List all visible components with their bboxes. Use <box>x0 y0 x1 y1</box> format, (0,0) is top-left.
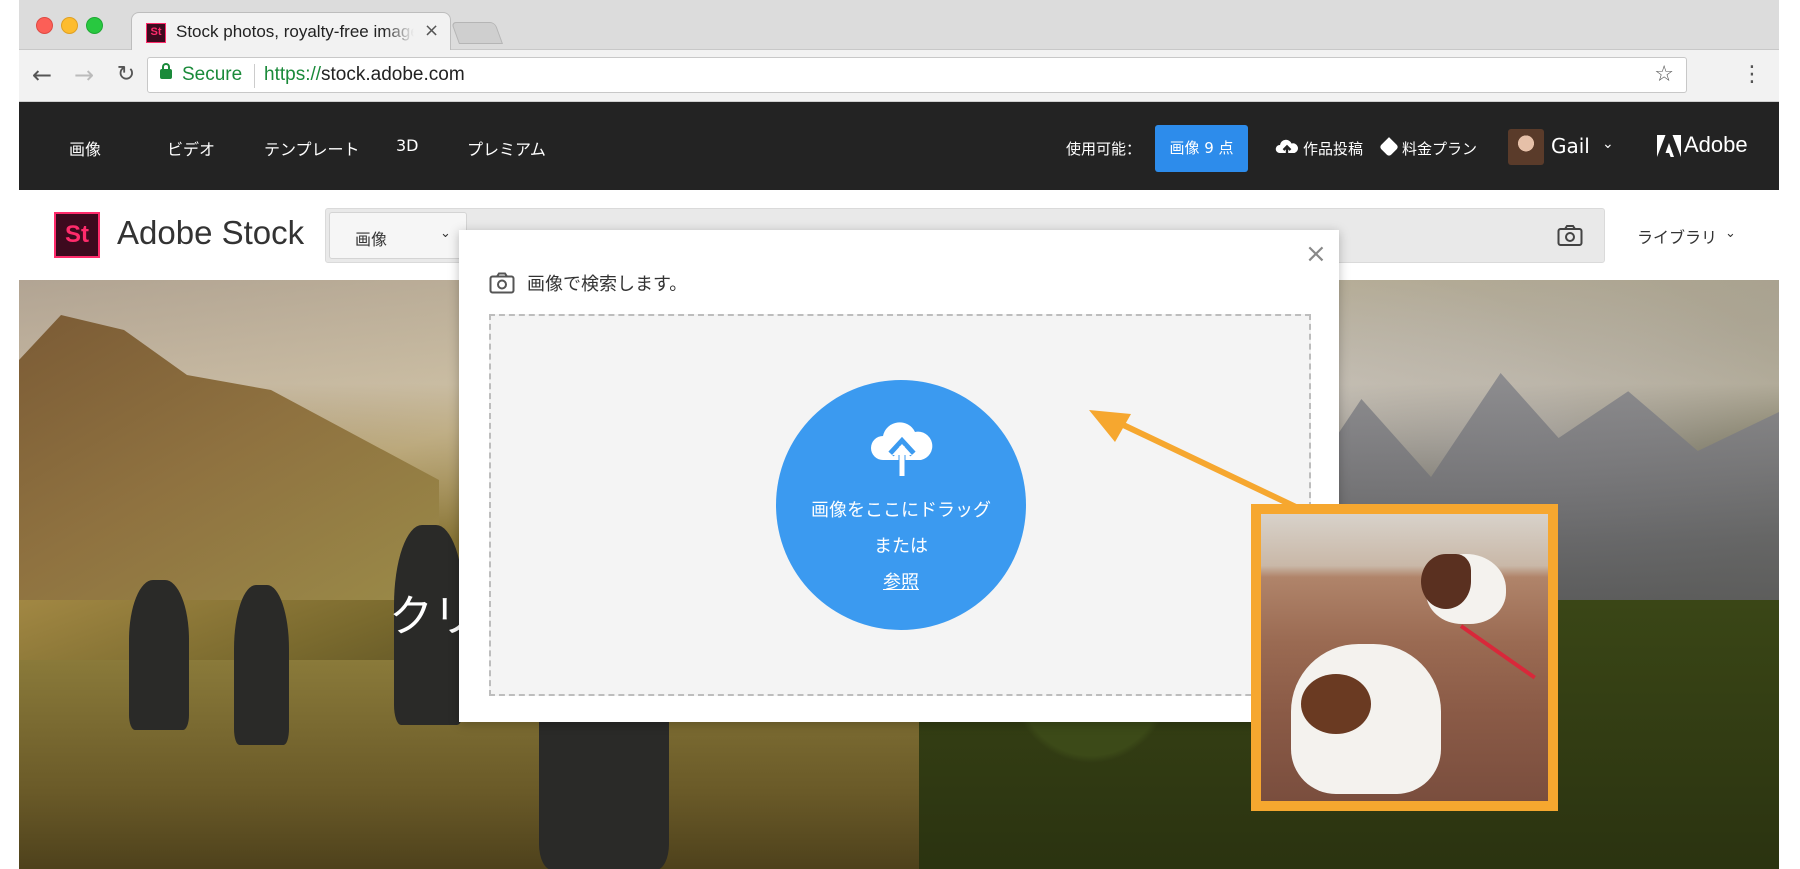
library-menu[interactable]: ライブラリ <box>1637 224 1717 248</box>
url-text: https://stock.adobe.com <box>264 64 465 86</box>
close-icon[interactable]: × <box>1305 240 1327 268</box>
lock-icon <box>160 63 172 79</box>
browser-window: St Stock photos, royalty-free images × ←… <box>19 0 1779 869</box>
nav-item-premium[interactable]: プレミアム <box>467 136 546 160</box>
close-window-button[interactable] <box>36 17 53 34</box>
dog-leash <box>1459 624 1536 680</box>
hiker-figure <box>129 580 189 730</box>
minimize-window-button[interactable] <box>61 17 78 34</box>
camera-search-icon[interactable] <box>1557 224 1583 248</box>
adobe-stock-favicon-icon: St <box>146 23 166 43</box>
search-type-label: 画像 <box>355 230 388 249</box>
adobe-logo-icon[interactable] <box>1657 135 1681 157</box>
dog-spot <box>1301 674 1371 734</box>
available-label: 使用可能： <box>1066 140 1142 158</box>
reload-icon[interactable]: ↻ <box>111 60 141 90</box>
browser-tab[interactable]: St Stock photos, royalty-free images × <box>131 12 451 51</box>
cloud-upload-icon <box>1275 139 1298 156</box>
nav-item-images[interactable]: 画像 <box>69 136 101 160</box>
search-type-select[interactable]: 画像 ⌄ <box>329 212 467 259</box>
secure-label: Secure <box>182 64 243 85</box>
drop-or-label: または <box>874 536 928 557</box>
back-arrow-icon[interactable]: ← <box>27 60 57 90</box>
url-scheme: https:// <box>264 64 322 85</box>
url-divider <box>254 64 255 88</box>
tab-title: Stock photos, royalty-free images <box>176 22 414 42</box>
adobe-global-nav: 画像 ビデオ テンプレート 3D プレミアム 使用可能： 画像 9 点 作品投稿… <box>19 102 1779 190</box>
url-host: stock.adobe.com <box>321 64 465 85</box>
hiker-figure <box>234 585 289 745</box>
user-name[interactable]: Gail <box>1551 134 1590 158</box>
new-tab-button[interactable] <box>450 22 504 44</box>
tab-close-icon[interactable]: × <box>424 21 439 41</box>
dog-photo <box>1261 514 1548 801</box>
browser-titlebar: St Stock photos, royalty-free images × <box>19 0 1779 51</box>
chevron-down-icon: ⌄ <box>440 226 451 241</box>
browser-menu-icon[interactable]: ⋮ <box>1741 60 1763 90</box>
browser-toolbar: ← → ↻ Secure https://stock.adobe.com ☆ ⋮ <box>19 50 1779 102</box>
maximize-window-button[interactable] <box>86 17 103 34</box>
modal-title: 画像で検索します。 <box>527 274 688 295</box>
address-bar[interactable]: Secure https://stock.adobe.com ☆ <box>147 57 1687 93</box>
contributor-upload-link[interactable]: 作品投稿 <box>1303 138 1363 159</box>
pricing-link[interactable]: 料金プラン <box>1402 138 1477 159</box>
adobe-brand-text[interactable]: Adobe <box>1684 132 1748 158</box>
user-avatar[interactable] <box>1508 129 1544 165</box>
product-name[interactable]: Adobe Stock <box>117 214 304 252</box>
dragged-photo-frame[interactable] <box>1251 504 1558 811</box>
chevron-down-icon[interactable]: ⌄ <box>1602 136 1614 152</box>
forward-arrow-icon[interactable]: → <box>69 60 99 90</box>
bookmark-star-icon[interactable]: ☆ <box>1654 62 1674 88</box>
nav-item-video[interactable]: ビデオ <box>167 136 215 160</box>
camera-icon <box>489 272 515 294</box>
adobe-stock-logo-icon[interactable]: St <box>54 212 100 258</box>
browse-link[interactable]: 参照 <box>776 568 1026 594</box>
nav-item-templates[interactable]: テンプレート <box>264 136 360 160</box>
available-credits-badge[interactable]: 画像 9 点 <box>1155 125 1248 172</box>
price-tag-icon <box>1379 137 1399 157</box>
drop-instruction: 画像をここにドラッグ <box>811 500 991 521</box>
cloud-upload-icon <box>871 422 933 476</box>
chevron-down-icon[interactable]: ⌄ <box>1725 226 1736 241</box>
nav-item-3d[interactable]: 3D <box>396 136 419 155</box>
dog-ear <box>1421 554 1471 609</box>
upload-target[interactable]: 画像をここにドラッグ または 参照 <box>776 380 1026 630</box>
